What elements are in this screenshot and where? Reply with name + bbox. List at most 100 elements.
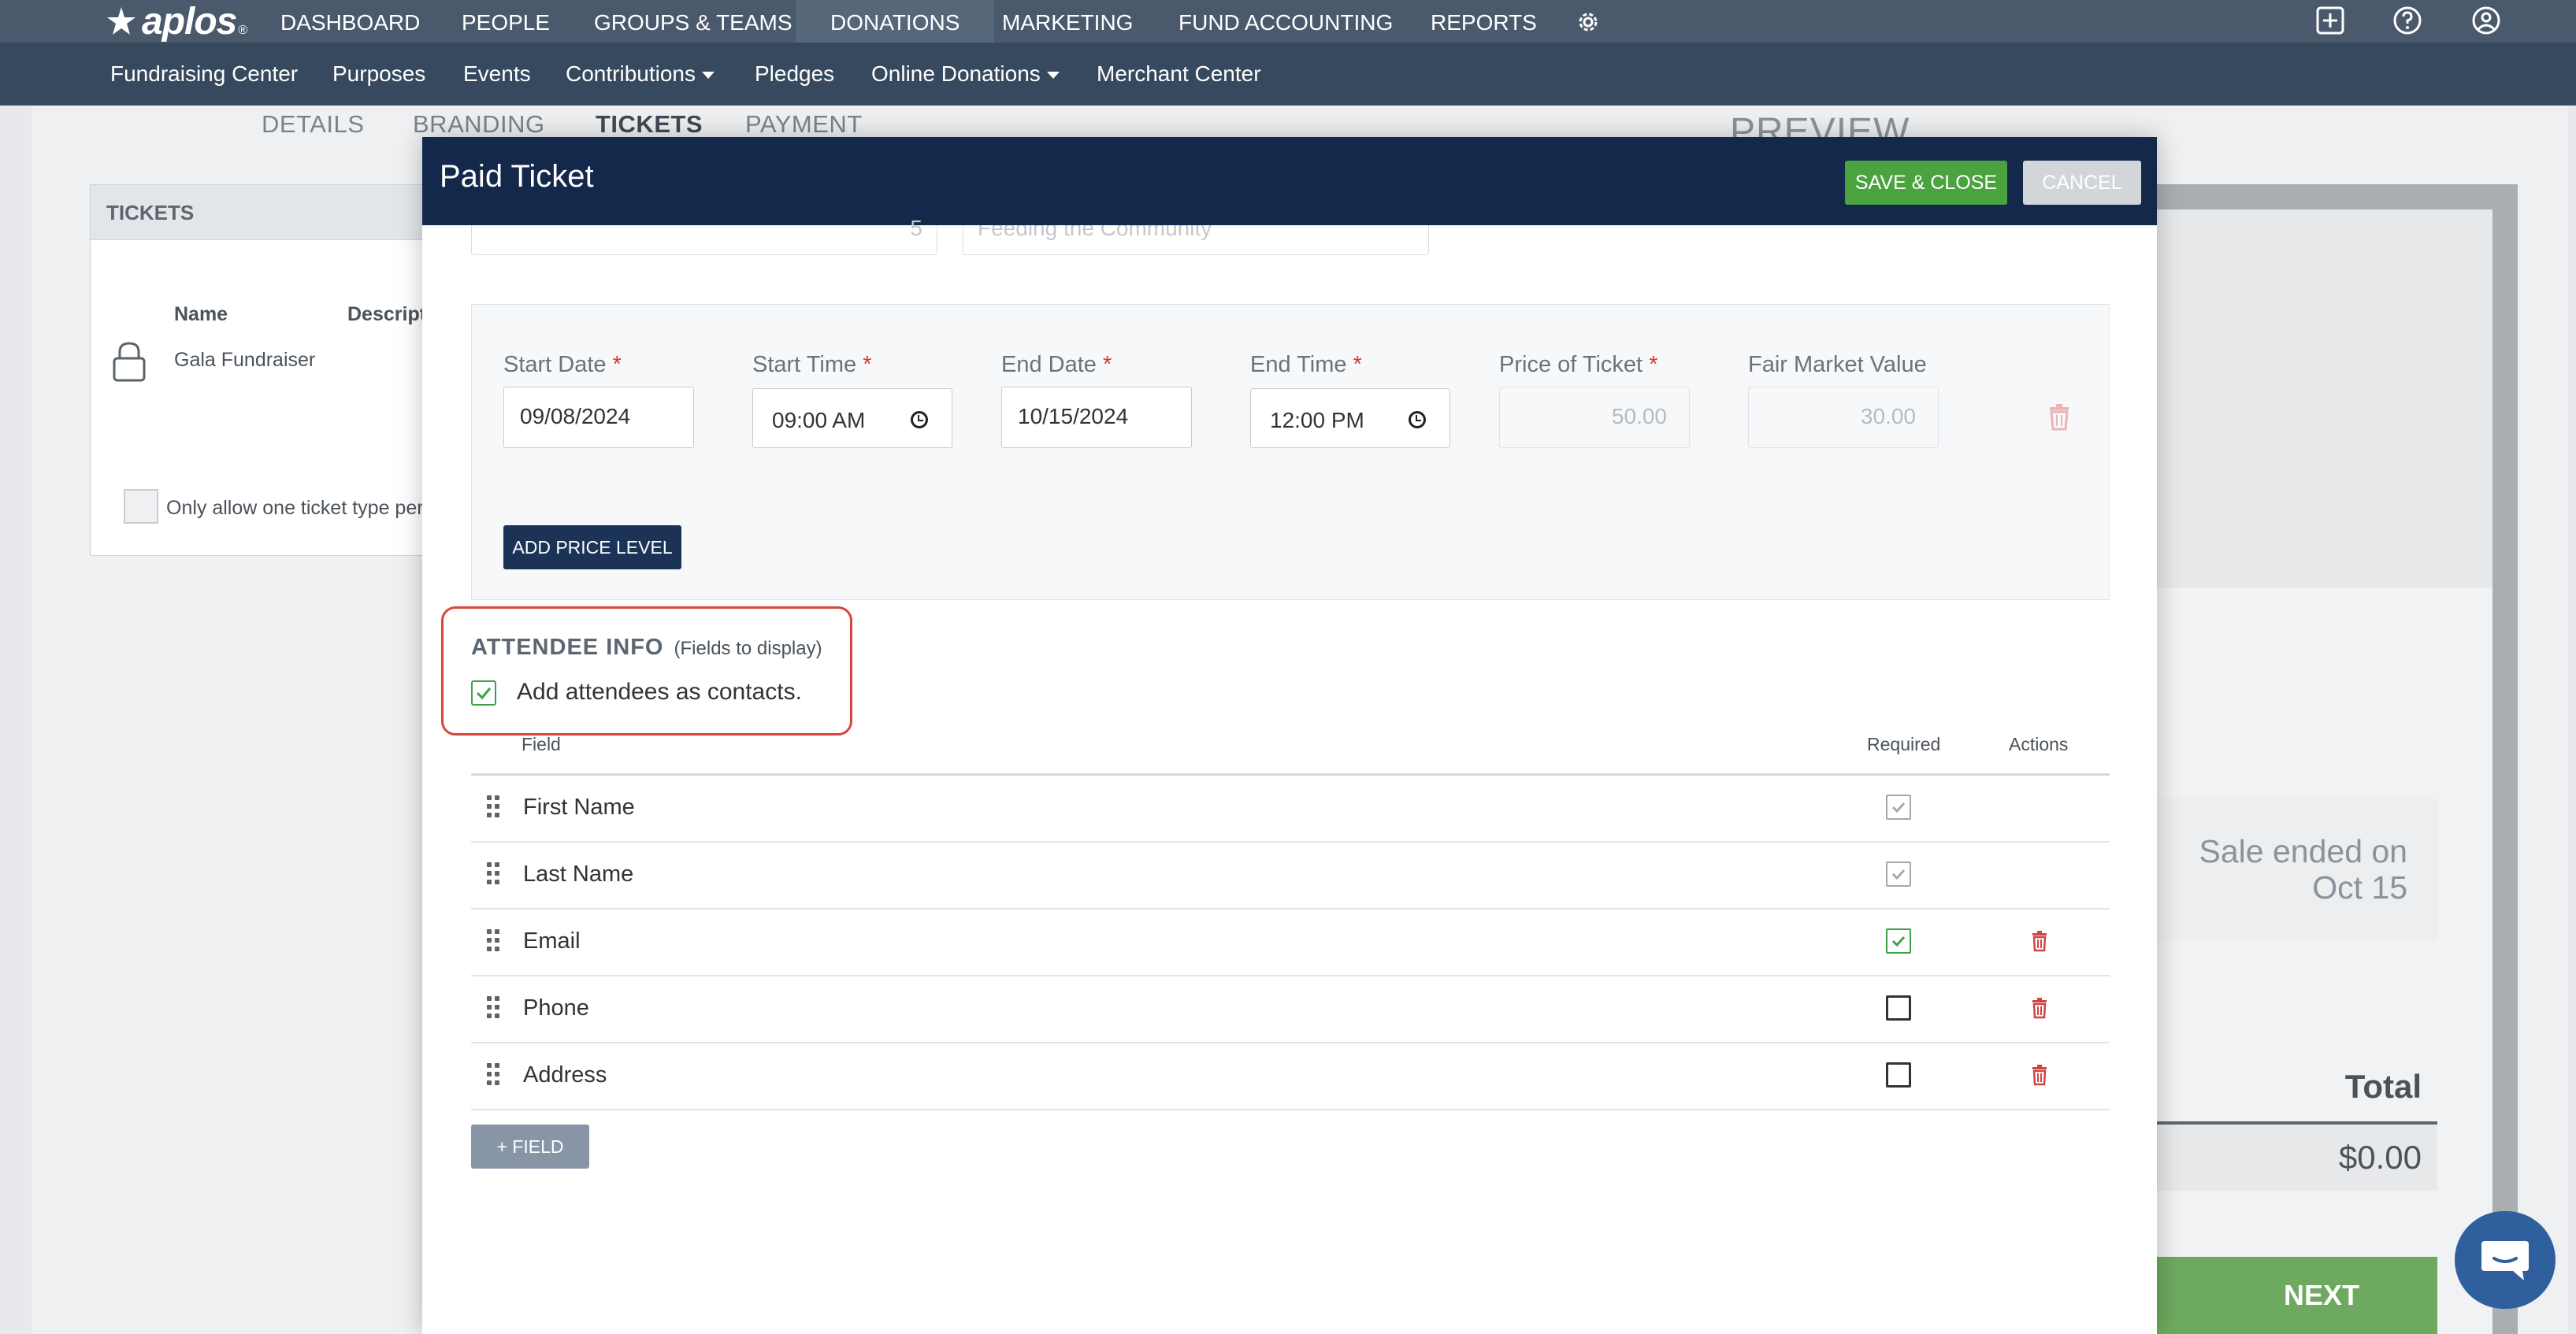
start-time-input[interactable]: 09:00 AM bbox=[752, 388, 952, 448]
end-date-label-text: End Date bbox=[1001, 352, 1097, 377]
lock-icon bbox=[113, 342, 146, 382]
field-name: Last Name bbox=[523, 862, 634, 887]
table-row: Phone bbox=[471, 976, 2110, 1043]
drag-handle-icon[interactable] bbox=[487, 1063, 501, 1087]
chevron-down-icon bbox=[701, 72, 715, 80]
clock-icon[interactable] bbox=[911, 411, 928, 428]
required-marker: * bbox=[1649, 352, 1658, 377]
column-required: Required bbox=[1867, 734, 1941, 754]
end-time-value: 12:00 PM bbox=[1270, 408, 1364, 432]
gear-icon[interactable] bbox=[1574, 8, 1602, 36]
end-time-label-text: End Time bbox=[1250, 352, 1347, 377]
end-date-label: End Date * bbox=[1001, 352, 1112, 378]
start-date-label-text: Start Date bbox=[503, 352, 607, 377]
required-checkbox bbox=[1886, 795, 1911, 820]
save-close-button[interactable]: SAVE & CLOSE bbox=[1845, 161, 2007, 205]
nav-people[interactable]: PEOPLE bbox=[462, 0, 550, 43]
field-name: Phone bbox=[523, 995, 589, 1021]
trash-icon[interactable] bbox=[2031, 1064, 2048, 1086]
end-time-label: End Time * bbox=[1250, 352, 1362, 378]
fair-market-value-label: Fair Market Value bbox=[1748, 352, 1927, 377]
column-actions: Actions bbox=[2009, 734, 2069, 754]
attendee-info-highlight bbox=[441, 606, 852, 736]
clock-icon[interactable] bbox=[1409, 411, 1426, 428]
end-date-input[interactable]: 10/15/2024 bbox=[1001, 387, 1192, 448]
tickets-card: TICKETS Name Descript Gala Fundraiser On… bbox=[90, 184, 436, 556]
nav-fund-accounting[interactable]: FUND ACCOUNTING bbox=[1179, 0, 1393, 43]
chevron-down-icon bbox=[1046, 72, 1060, 80]
total-label: Total bbox=[2344, 1068, 2422, 1105]
next-button[interactable]: NEXT bbox=[2143, 1257, 2437, 1334]
field-name: First Name bbox=[523, 795, 635, 820]
drag-handle-icon[interactable] bbox=[487, 929, 501, 953]
trash-icon[interactable] bbox=[2031, 930, 2048, 952]
start-date-label: Start Date * bbox=[503, 352, 622, 378]
table-row: Email bbox=[471, 910, 2110, 976]
price-input[interactable]: 50.00 bbox=[1499, 387, 1690, 448]
purpose-value: Feeding the Community bbox=[978, 225, 1212, 240]
quantity-field[interactable]: 5 bbox=[471, 216, 937, 255]
delete-price-level-icon[interactable] bbox=[2047, 402, 2071, 431]
required-marker: * bbox=[612, 352, 622, 377]
subnav-online-donations[interactable]: Online Donations bbox=[871, 43, 1060, 106]
logo-registered-mark: ® bbox=[238, 24, 248, 37]
add-icon[interactable] bbox=[2314, 5, 2346, 36]
nav-donations[interactable]: DONATIONS bbox=[796, 0, 995, 43]
required-marker: * bbox=[863, 352, 872, 377]
sale-ended-line1: Sale ended on bbox=[2199, 833, 2407, 869]
column-field: Field bbox=[522, 734, 561, 754]
drag-handle-icon[interactable] bbox=[487, 996, 501, 1020]
nav-groups-teams[interactable]: GROUPS & TEAMS bbox=[594, 0, 792, 43]
subnav-purposes[interactable]: Purposes bbox=[332, 43, 425, 106]
tab-details[interactable]: DETAILS bbox=[262, 110, 364, 139]
one-ticket-type-checkbox[interactable] bbox=[124, 489, 158, 524]
fair-market-value-input[interactable]: 30.00 bbox=[1748, 387, 1939, 448]
start-time-label-text: Start Time bbox=[752, 352, 857, 377]
trash-icon[interactable] bbox=[2031, 997, 2048, 1019]
subnav-contributions-label: Contributions bbox=[566, 61, 696, 86]
end-time-input[interactable]: 12:00 PM bbox=[1250, 388, 1450, 448]
top-navigation-bar: aplos ® DASHBOARD PEOPLE GROUPS & TEAMS … bbox=[0, 0, 2576, 43]
subnav-merchant-center[interactable]: Merchant Center bbox=[1097, 43, 1261, 106]
drag-handle-icon[interactable] bbox=[487, 862, 501, 886]
subnav-events[interactable]: Events bbox=[463, 43, 531, 106]
attendee-info-subtitle: (Fields to display) bbox=[674, 638, 822, 659]
add-attendees-label: Add attendees as contacts. bbox=[517, 679, 802, 705]
attendee-info-title: ATTENDEE INFO bbox=[471, 635, 664, 660]
tab-branding[interactable]: BRANDING bbox=[413, 110, 545, 139]
table-row: First Name bbox=[471, 776, 2110, 843]
subnav-fundraising-center[interactable]: Fundraising Center bbox=[110, 43, 298, 106]
start-date-input[interactable]: 09/08/2024 bbox=[503, 387, 694, 448]
nav-reports[interactable]: REPORTS bbox=[1431, 0, 1537, 43]
required-checkbox[interactable] bbox=[1886, 995, 1911, 1021]
required-checkbox[interactable] bbox=[1886, 1062, 1911, 1088]
help-icon[interactable] bbox=[2392, 5, 2423, 36]
subnav-contributions[interactable]: Contributions bbox=[566, 43, 715, 106]
paid-ticket-modal: Paid Ticket SAVE & CLOSE CANCEL 5 Feedin… bbox=[422, 137, 2157, 1334]
add-field-button[interactable]: + FIELD bbox=[471, 1125, 589, 1169]
checkmark-icon bbox=[1891, 802, 1906, 813]
add-price-level-button[interactable]: ADD PRICE LEVEL bbox=[503, 525, 681, 569]
aplos-logo-icon bbox=[107, 7, 135, 35]
tab-payment[interactable]: PAYMENT bbox=[745, 110, 863, 139]
quantity-value: 5 bbox=[910, 216, 922, 240]
checkmark-icon bbox=[1891, 869, 1906, 880]
subnav-online-donations-label: Online Donations bbox=[871, 61, 1041, 86]
tab-tickets[interactable]: TICKETS bbox=[596, 110, 703, 139]
ticket-name[interactable]: Gala Fundraiser bbox=[174, 349, 315, 372]
required-marker: * bbox=[1102, 352, 1112, 377]
user-icon[interactable] bbox=[2470, 5, 2502, 36]
chat-button[interactable] bbox=[2455, 1211, 2556, 1309]
nav-dashboard[interactable]: DASHBOARD bbox=[280, 0, 420, 43]
chat-icon bbox=[2481, 1241, 2529, 1280]
add-attendees-checkbox[interactable] bbox=[471, 680, 496, 706]
cancel-button[interactable]: CANCEL bbox=[2023, 161, 2141, 205]
required-checkbox[interactable] bbox=[1886, 928, 1911, 954]
aplos-logo[interactable]: aplos ® bbox=[106, 0, 247, 43]
subnav-pledges[interactable]: Pledges bbox=[755, 43, 834, 106]
drag-handle-icon[interactable] bbox=[487, 795, 501, 819]
purpose-field[interactable]: Feeding the Community bbox=[963, 225, 1429, 255]
nav-marketing[interactable]: MARKETING bbox=[1002, 0, 1133, 43]
field-name: Address bbox=[523, 1062, 607, 1088]
modal-title: Paid Ticket bbox=[440, 159, 594, 194]
